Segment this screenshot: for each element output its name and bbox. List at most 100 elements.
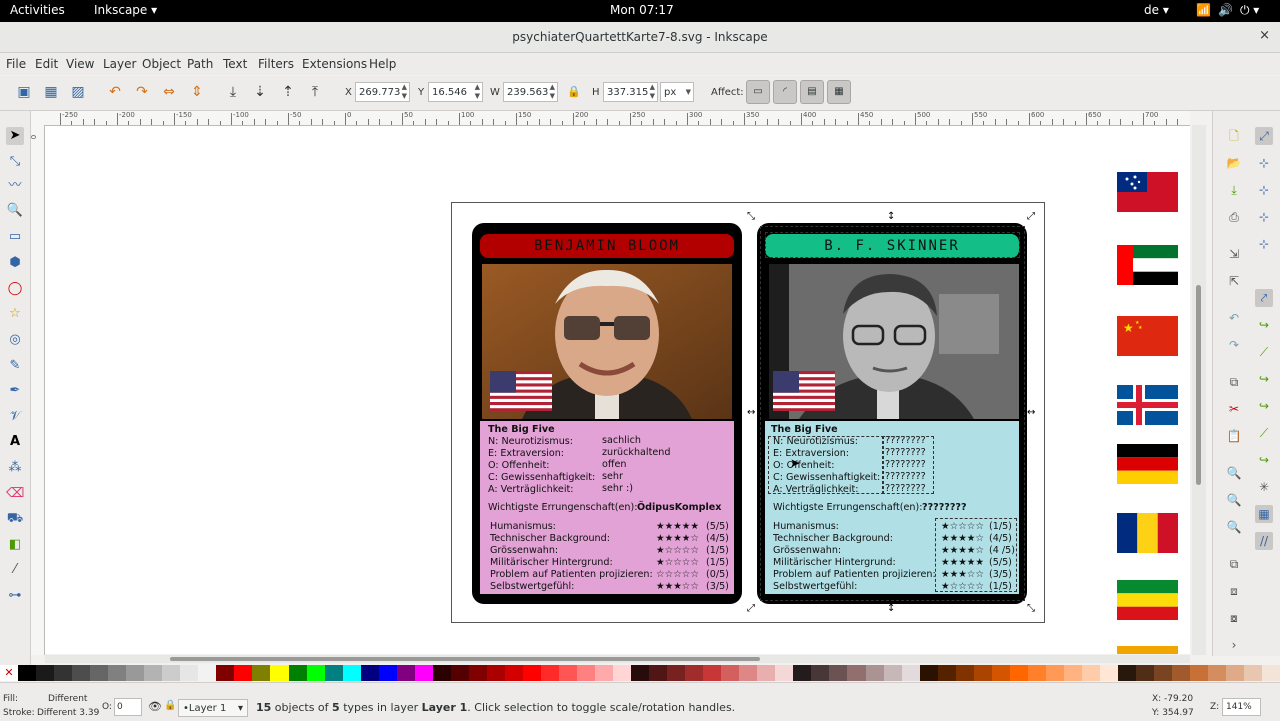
save-icon[interactable]: ⤓ [1225, 181, 1243, 199]
zoom-drawing-icon[interactable]: 🔍 [1225, 491, 1243, 509]
palette-swatch[interactable] [757, 665, 776, 681]
snap-toggle-icon[interactable]: ⤢ [1255, 127, 1273, 145]
unit-select[interactable]: px ▼ [660, 82, 694, 102]
palette-swatch[interactable] [1172, 665, 1191, 681]
menu-object[interactable]: Object [142, 57, 181, 71]
3d-box-tool-icon[interactable]: ⬢ [6, 254, 24, 272]
palette-swatch[interactable] [198, 665, 217, 681]
palette-swatch[interactable] [108, 665, 127, 681]
palette-swatch[interactable] [1117, 665, 1136, 681]
palette-swatch[interactable] [468, 665, 487, 681]
palette-swatch[interactable] [288, 665, 307, 681]
zoom-tool-icon[interactable]: 🔍 [6, 202, 24, 220]
iceland-flag-icon[interactable] [1117, 385, 1178, 425]
palette-swatch[interactable] [54, 665, 73, 681]
scale-handle-icon[interactable]: ↕ [887, 604, 895, 614]
eraser-tool-icon[interactable]: ⌫ [6, 485, 24, 503]
scale-handle-icon[interactable]: ⤡ [1027, 604, 1035, 614]
close-window-button[interactable]: × [1259, 28, 1270, 43]
palette-swatch[interactable] [558, 665, 577, 681]
text-tool-icon[interactable]: A [6, 433, 24, 451]
ellipse-tool-icon[interactable]: ◯ [6, 280, 24, 298]
unlink-clone-icon[interactable]: ⧇ [1225, 609, 1243, 627]
palette-swatch[interactable] [18, 665, 37, 681]
palette-swatch[interactable] [216, 665, 235, 681]
affect-stroke-width-button[interactable]: ▭ [746, 80, 770, 104]
open-document-icon[interactable]: 📂 [1225, 154, 1243, 172]
spin-arrows-icon[interactable]: ▲ ▼ [550, 83, 555, 101]
snap-nodes-icon[interactable]: ⤤ [1255, 289, 1273, 307]
snap-smooth-icon[interactable]: ↪ [1255, 397, 1273, 415]
palette-swatch[interactable] [432, 665, 451, 681]
palette-swatch[interactable] [1063, 665, 1082, 681]
pencil-tool-icon[interactable]: ✎ [6, 357, 24, 375]
palette-swatch[interactable] [793, 665, 812, 681]
palette-swatch[interactable] [180, 665, 199, 681]
activities-button[interactable]: Activities [10, 3, 65, 17]
bucket-tool-icon[interactable]: ⛟ [6, 510, 24, 528]
vertical-scrollbar[interactable] [1192, 125, 1206, 655]
snap-path-icon[interactable]: ↪ [1255, 316, 1273, 334]
spray-tool-icon[interactable]: ⁂ [6, 459, 24, 477]
clone-icon[interactable]: ⧈ [1225, 582, 1243, 600]
palette-swatch[interactable] [613, 665, 632, 681]
tweak-tool-icon[interactable]: 〰 [6, 177, 24, 195]
scale-handle-icon[interactable]: ⤢ [1027, 212, 1035, 222]
select-all-layers-icon[interactable]: ▦ [42, 83, 60, 101]
palette-swatch[interactable] [414, 665, 433, 681]
scale-handle-icon[interactable]: ↕ [887, 212, 895, 222]
palette-swatch[interactable] [919, 665, 938, 681]
cut-icon[interactable]: ✂ [1225, 400, 1243, 418]
menu-filters[interactable]: Filters [258, 57, 294, 71]
scrollbar-thumb[interactable] [170, 657, 760, 661]
palette-swatch[interactable] [450, 665, 469, 681]
palette-swatch[interactable] [36, 665, 55, 681]
app-menu[interactable]: Inkscape ▾ [94, 3, 157, 17]
layer-select[interactable]: •Layer 1 ▾ [178, 699, 248, 717]
duplicate-icon[interactable]: ⧉ [1225, 555, 1243, 573]
palette-swatch[interactable] [829, 665, 848, 681]
wifi-icon[interactable]: 📶 [1196, 3, 1211, 17]
palette-swatch[interactable] [1135, 665, 1154, 681]
language-indicator[interactable]: de ▾ [1144, 3, 1169, 17]
zoom-field[interactable]: 141% [1222, 698, 1261, 716]
uae-flag-icon[interactable] [1117, 245, 1178, 285]
palette-swatch[interactable] [703, 665, 722, 681]
palette-swatch[interactable] [306, 665, 325, 681]
snap-bbox-midpoint-icon[interactable]: ⊹ [1255, 235, 1273, 253]
height-field[interactable]: 337.315 ▲ ▼ [603, 82, 658, 102]
copy-icon[interactable]: ⧉ [1225, 373, 1243, 391]
menu-file[interactable]: File [6, 57, 26, 71]
import-icon[interactable]: ⇲ [1225, 245, 1243, 263]
palette-swatch[interactable] [1009, 665, 1028, 681]
palette-swatch[interactable] [126, 665, 145, 681]
palette-swatch[interactable] [1154, 665, 1173, 681]
deselect-icon[interactable]: ▨ [69, 83, 87, 101]
scale-handle-icon[interactable]: ⤢ [747, 604, 755, 614]
gradient-tool-icon[interactable]: ◧ [6, 536, 24, 554]
menu-view[interactable]: View [66, 57, 94, 71]
undo-icon[interactable]: ↶ [1225, 309, 1243, 327]
scrollbar-thumb[interactable] [1196, 285, 1201, 485]
rotate-ccw-icon[interactable]: ↶ [106, 83, 124, 101]
palette-swatch[interactable] [1045, 665, 1064, 681]
eye-icon[interactable]: 👁 [148, 700, 162, 713]
palette-swatch[interactable] [144, 665, 163, 681]
palette-swatch[interactable] [72, 665, 91, 681]
width-field[interactable]: 239.563 ▲ ▼ [503, 82, 558, 102]
palette-swatch[interactable] [577, 665, 596, 681]
flip-vertical-icon[interactable]: ⇕ [188, 83, 206, 101]
fill-value[interactable]: Different [48, 694, 87, 704]
redo-icon[interactable]: ↷ [1225, 336, 1243, 354]
palette-swatch[interactable] [486, 665, 505, 681]
palette-swatch[interactable] [883, 665, 902, 681]
volume-icon[interactable]: 🔊 [1218, 3, 1233, 17]
color-palette[interactable]: ✕ [0, 665, 1280, 681]
palette-swatch[interactable] [1208, 665, 1227, 681]
star-tool-icon[interactable]: ☆ [6, 305, 24, 323]
zoom-selection-icon[interactable]: 🔍 [1225, 464, 1243, 482]
rotate-cw-icon[interactable]: ↷ [133, 83, 151, 101]
palette-swatch[interactable] [1190, 665, 1209, 681]
palette-swatch[interactable] [1226, 665, 1245, 681]
palette-swatch[interactable] [631, 665, 650, 681]
